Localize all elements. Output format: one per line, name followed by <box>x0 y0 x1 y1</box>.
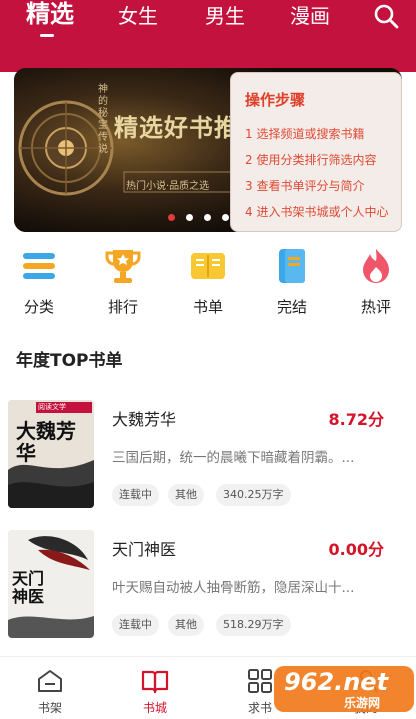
tab-comics[interactable]: 漫画 <box>290 4 330 28</box>
watermark-sub: 乐游网 <box>344 696 381 710</box>
category-label: 完结 <box>276 298 307 316</box>
nav-label: 书城 <box>142 701 167 715</box>
section-title: 年度TOP书单 <box>16 351 123 371</box>
book-tag-genre: 其他 <box>168 484 204 506</box>
category-ranking[interactable]: 排行 <box>93 246 153 316</box>
instruction-title: 操作步骤 <box>245 91 306 109</box>
category-label: 排行 <box>107 298 138 316</box>
search-icon[interactable] <box>372 2 400 30</box>
book-item[interactable]: 阅读文学 大魏芳华 大魏芳华 8.72分 三国后期，统一的晨曦下暗藏着阴霸。..… <box>0 400 416 512</box>
book-score: 0.00分 <box>328 540 384 559</box>
instruction-step: 2 使用分类排行筛选内容 <box>245 153 377 167</box>
bookmark-book-icon <box>279 249 305 283</box>
nav-bookstore[interactable]: 书城 <box>125 663 185 715</box>
book-icon <box>191 253 225 279</box>
carousel-dot[interactable] <box>204 214 211 221</box>
book-cover: 天门神医 <box>8 530 94 638</box>
top-header: 精选 女生 男生 漫画 <box>0 0 416 72</box>
trophy-icon <box>105 250 141 283</box>
category-classify[interactable]: 分类 <box>9 246 69 316</box>
cover-title: 大魏芳华 <box>16 419 76 465</box>
instruction-panel: 操作步骤 1 选择频道或搜索书籍 2 使用分类排行筛选内容 3 查看书单评分与简… <box>230 72 402 232</box>
list-icon <box>23 253 55 279</box>
book-title[interactable]: 天门神医 <box>112 536 176 560</box>
instruction-step: 1 选择频道或搜索书籍 <box>245 127 365 141</box>
category-label: 热评 <box>360 298 391 316</box>
carousel-dot[interactable] <box>222 214 229 221</box>
carousel-dot[interactable] <box>168 214 175 221</box>
banner-art-subtitle: 热门小说·品质之选 <box>126 181 210 192</box>
book-item[interactable]: 天门神医 天门神医 0.00分 叶天赐自动被人抽骨断筋，隐居深山十... 连载中… <box>0 530 416 642</box>
book-tag-wordcount: 340.25万字 <box>216 484 291 506</box>
tab-active-indicator <box>40 34 54 37</box>
open-book-icon <box>141 670 169 694</box>
nav-bookshelf[interactable]: 书架 <box>20 663 80 715</box>
book-tag-genre: 其他 <box>168 614 204 636</box>
book-tag-status: 连载中 <box>112 614 159 636</box>
tab-female[interactable]: 女生 <box>118 4 158 28</box>
cover-title: 天门神医 <box>12 569 45 606</box>
book-cover: 阅读文学 大魏芳华 <box>8 400 94 508</box>
cover-badge: 阅读文学 <box>38 403 66 411</box>
tab-male[interactable]: 男生 <box>205 4 245 28</box>
banner-side-text: 神的秘宝传说 <box>98 84 108 155</box>
category-label: 分类 <box>23 298 54 316</box>
book-score: 8.72分 <box>328 410 384 429</box>
tab-featured[interactable]: 精选 <box>26 2 74 26</box>
carousel-dot[interactable] <box>186 214 193 221</box>
book-title[interactable]: 大魏芳华 <box>112 406 176 430</box>
bookshelf-icon <box>38 670 62 692</box>
book-description: 三国后期，统一的晨曦下暗藏着阴霸。... <box>112 450 355 466</box>
category-booklist[interactable]: 书单 <box>178 246 238 316</box>
category-label: 书单 <box>192 298 223 316</box>
flame-icon <box>363 249 389 283</box>
instruction-step: 4 进入书架书城或个人中心 <box>245 205 389 219</box>
book-description: 叶天赐自动被人抽骨断筋，隐居深山十... <box>112 580 355 596</box>
site-watermark: 962.net 乐游网 <box>270 662 416 716</box>
book-tag-wordcount: 518.29万字 <box>216 614 291 636</box>
category-hot-reviews[interactable]: 热评 <box>346 246 406 316</box>
instruction-step: 3 查看书单评分与简介 <box>245 179 365 193</box>
book-tag-status: 连载中 <box>112 484 159 506</box>
nav-label: 书架 <box>37 701 62 715</box>
category-completed[interactable]: 完结 <box>262 246 322 316</box>
watermark-text: 962.net <box>284 668 389 696</box>
